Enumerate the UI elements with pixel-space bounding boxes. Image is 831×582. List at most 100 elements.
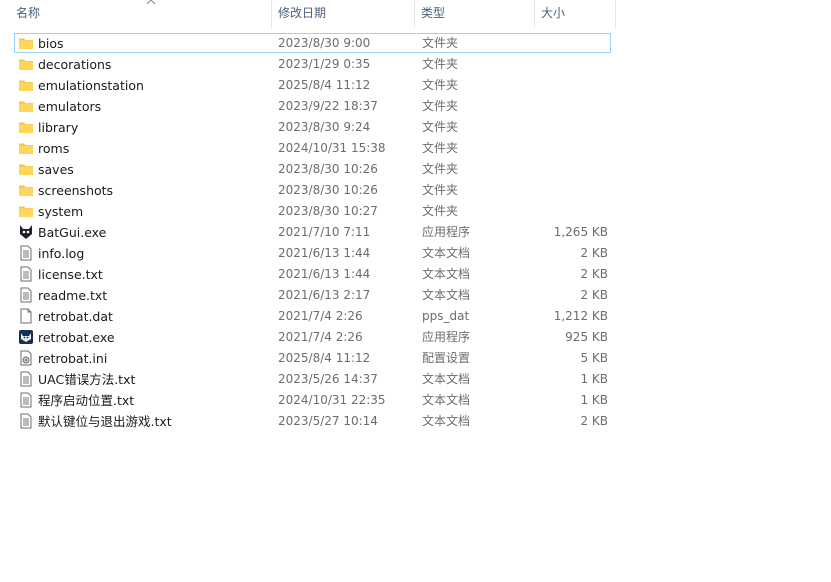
file-modified-date: 2021/6/13 1:44: [278, 267, 371, 281]
name-column-header[interactable]: 名称: [10, 0, 272, 28]
file-modified-date: 2023/1/29 0:35: [278, 57, 371, 71]
file-row-decorations[interactable]: decorations 2023/1/29 0:35 文件夹: [0, 54, 617, 75]
file-modified-date: 2025/8/4 11:12: [278, 78, 371, 92]
file-size: 2 KB: [580, 288, 608, 302]
file-name: retrobat.ini: [38, 351, 108, 366]
file-list: bios 2023/8/30 9:00 文件夹 decorations 2023/1/…: [0, 33, 617, 432]
column-header-bar: 名称 修改日期 类型 大小: [0, 0, 617, 28]
folder-icon: [18, 182, 34, 198]
file-row-system[interactable]: system 2023/8/30 10:27 文件夹: [0, 201, 617, 222]
file-row-saves[interactable]: saves 2023/8/30 10:26 文件夹: [0, 159, 617, 180]
file-name: license.txt: [38, 267, 103, 282]
file-size: [540, 75, 608, 96]
file-name: BatGui.exe: [38, 225, 107, 240]
file-name: retrobat.exe: [38, 330, 115, 345]
file-row-license-txt[interactable]: license.txt 2021/6/13 1:44 文本文档 2 KB: [0, 264, 617, 285]
file-type: 文件夹: [422, 36, 459, 50]
file-size: 1,212 KB: [553, 309, 608, 323]
file-size: 5 KB: [580, 351, 608, 365]
file-row-info-log[interactable]: info.log 2021/6/13 1:44 文本文档 2 KB: [0, 243, 617, 264]
file-type: 文件夹: [422, 183, 459, 197]
file-row-roms[interactable]: roms 2024/10/31 15:38 文件夹: [0, 138, 617, 159]
file-row-txt[interactable]: 默认键位与退出游戏.txt 2023/5/27 10:14 文本文档 2 KB: [0, 411, 617, 432]
file-modified-date: 2023/8/30 10:26: [278, 183, 378, 197]
file-row-batgui-exe[interactable]: BatGui.exe 2021/7/10 7:11 应用程序 1,265 KB: [0, 222, 617, 243]
file-size: [540, 201, 608, 222]
file-name: decorations: [38, 57, 112, 72]
file-name: UAC错误方法.txt: [38, 372, 136, 387]
file-type: 配置设置: [422, 351, 471, 365]
file-type: 文本文档: [422, 267, 471, 281]
file-size: 1,265 KB: [553, 225, 608, 239]
file-row-emulationstation[interactable]: emulationstation 2025/8/4 11:12 文件夹: [0, 75, 617, 96]
text-file-icon: [18, 392, 34, 408]
file-type: 文件夹: [422, 78, 459, 92]
file-type: 文本文档: [422, 393, 471, 407]
size-column-header[interactable]: 大小: [535, 0, 616, 28]
retrobat-app-icon: [18, 329, 34, 345]
file-size: [540, 33, 608, 54]
file-type: 文件夹: [422, 57, 459, 71]
file-modified-date: 2021/7/10 7:11: [278, 225, 371, 239]
file-type: 文本文档: [422, 288, 471, 302]
text-file-icon: [18, 371, 34, 387]
file-row-library[interactable]: library 2023/8/30 9:24 文件夹: [0, 117, 617, 138]
file-name: system: [38, 204, 84, 219]
file-type: 应用程序: [422, 330, 471, 344]
file-name: bios: [38, 36, 64, 51]
file-type: 文件夹: [422, 120, 459, 134]
file-name: emulators: [38, 99, 102, 114]
file-name: readme.txt: [38, 288, 108, 303]
file-modified-date: 2023/5/26 14:37: [278, 372, 378, 386]
file-modified-date: 2023/8/30 10:27: [278, 204, 378, 218]
batgui-app-icon: [18, 224, 34, 240]
file-size: 2 KB: [580, 267, 608, 281]
type-column-header[interactable]: 类型: [415, 0, 535, 28]
file-row-retrobat-dat[interactable]: retrobat.dat 2021/7/4 2:26 pps_dat 1,212 KB: [0, 306, 617, 327]
file-modified-date: 2023/8/30 9:00: [278, 36, 371, 50]
file-type: 文件夹: [422, 162, 459, 176]
folder-icon: [18, 77, 34, 93]
file-row-bios[interactable]: bios 2023/8/30 9:00 文件夹: [0, 33, 617, 54]
folder-icon: [18, 56, 34, 72]
text-file-icon: [18, 413, 34, 429]
file-name: library: [38, 120, 79, 135]
file-size: 1 KB: [580, 393, 608, 407]
date-column-label: 修改日期: [278, 6, 327, 20]
blank-file-icon: [18, 308, 34, 324]
file-type: 文本文档: [422, 414, 471, 428]
file-name: emulationstation: [38, 78, 144, 93]
text-file-icon: [18, 245, 34, 261]
text-file-icon: [18, 266, 34, 282]
file-size: 1 KB: [580, 372, 608, 386]
file-type: 文本文档: [422, 372, 471, 386]
file-size: [540, 96, 608, 117]
file-type: 文本文档: [422, 246, 471, 260]
folder-icon: [18, 140, 34, 156]
file-row-retrobat-ini[interactable]: retrobat.ini 2025/8/4 11:12 配置设置 5 KB: [0, 348, 617, 369]
file-name: 程序启动位置.txt: [38, 393, 135, 408]
file-name: roms: [38, 141, 70, 156]
file-size: 2 KB: [580, 414, 608, 428]
file-row-readme-txt[interactable]: readme.txt 2021/6/13 2:17 文本文档 2 KB: [0, 285, 617, 306]
file-row-uac-txt[interactable]: UAC错误方法.txt 2023/5/26 14:37 文本文档 1 KB: [0, 369, 617, 390]
file-row-emulators[interactable]: emulators 2023/9/22 18:37 文件夹: [0, 96, 617, 117]
file-row-screenshots[interactable]: screenshots 2023/8/30 10:26 文件夹: [0, 180, 617, 201]
file-size: [540, 180, 608, 201]
file-name: screenshots: [38, 183, 114, 198]
file-modified-date: 2023/5/27 10:14: [278, 414, 378, 428]
file-row-txt[interactable]: 程序启动位置.txt 2024/10/31 22:35 文本文档 1 KB: [0, 390, 617, 411]
file-row-retrobat-exe[interactable]: retrobat.exe 2021/7/4 2:26 应用程序 925 KB: [0, 327, 617, 348]
file-modified-date: 2023/8/30 10:26: [278, 162, 378, 176]
date-column-header[interactable]: 修改日期: [272, 0, 415, 28]
folder-icon: [18, 203, 34, 219]
file-size: 925 KB: [565, 330, 608, 344]
folder-icon: [18, 119, 34, 135]
folder-icon: [18, 98, 34, 114]
file-name: info.log: [38, 246, 85, 261]
name-column-label: 名称: [16, 6, 41, 20]
file-size: [540, 159, 608, 180]
file-type: 文件夹: [422, 99, 459, 113]
file-modified-date: 2025/8/4 11:12: [278, 351, 371, 365]
file-type: 文件夹: [422, 141, 459, 155]
